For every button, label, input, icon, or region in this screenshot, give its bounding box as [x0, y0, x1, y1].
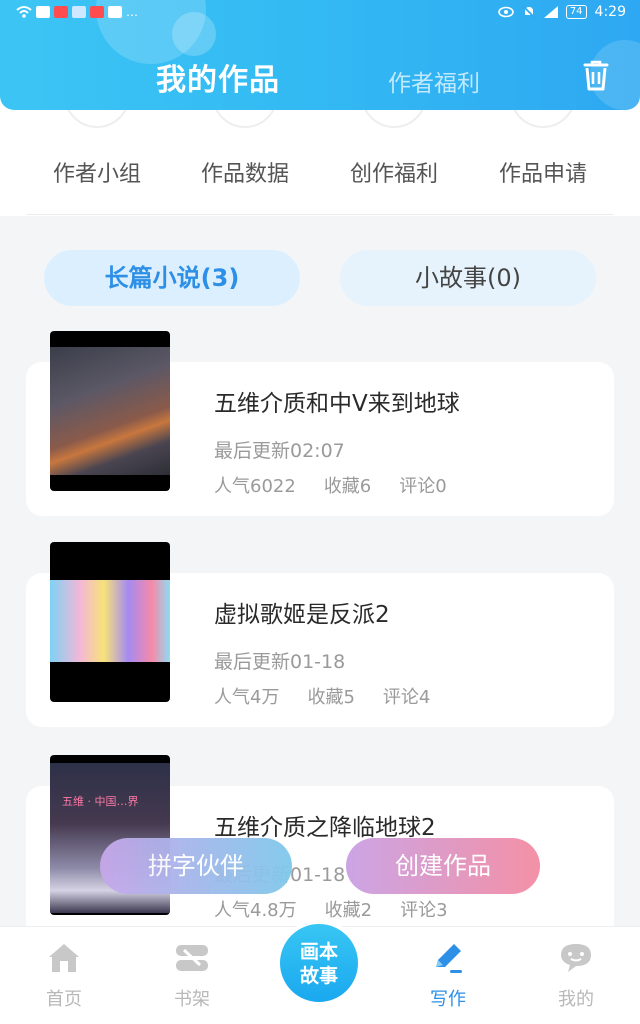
nav-home[interactable]: 首页 [0, 927, 128, 1024]
taobao-icon [54, 6, 68, 18]
tab-short-stories[interactable]: 小故事(0) [340, 250, 596, 306]
tool-label: 作品数据 [200, 162, 289, 187]
nav-label: 首页 [46, 989, 82, 1010]
cover-text: 五维 · 中国…界 [62, 795, 139, 808]
trash-icon [583, 60, 609, 91]
bookshelf-icon [176, 945, 208, 971]
work-title: 虚拟歌姬是反派2 [214, 602, 390, 628]
pen-icon [436, 944, 462, 973]
divider [26, 214, 614, 215]
work-updated: 最后更新02:07 [214, 440, 345, 462]
home-icon [49, 944, 79, 972]
work-cover[interactable] [50, 542, 170, 702]
signal-icon [543, 6, 558, 18]
find-partner-button[interactable]: 拼字伙伴 [100, 838, 292, 894]
tab-author-benefits[interactable]: 作者福利 [388, 64, 480, 98]
popularity: 人气4万 [214, 687, 280, 708]
cloud-icon [72, 6, 86, 18]
work-stats: 人气6022 收藏6 评论0 [214, 472, 447, 498]
wifi-icon [16, 6, 32, 18]
tool-label: 作品申请 [498, 162, 587, 187]
comments: 评论3 [400, 900, 448, 921]
mute-bell-icon [522, 5, 536, 19]
nav-label: 我的 [558, 989, 594, 1010]
nav-bookshelf[interactable]: 书架 [128, 927, 256, 1024]
work-cover[interactable] [50, 331, 170, 491]
chat-face-icon [561, 944, 591, 972]
battery-indicator: 74 [565, 5, 587, 19]
tab-long-novels[interactable]: 长篇小说(3) [44, 250, 300, 306]
taobao-icon [90, 6, 104, 18]
header-bar: … 74 4:29 我的作品 作者福利 [0, 0, 640, 110]
popularity: 人气4.8万 [214, 900, 297, 921]
cover-image [50, 347, 170, 475]
work-stats: 人气4万 收藏5 评论4 [214, 683, 430, 709]
nav-label: 书架 [174, 989, 210, 1010]
work-title: 五维介质和中V来到地球 [214, 391, 460, 417]
tool-label: 创作福利 [349, 162, 438, 187]
comments: 评论4 [382, 687, 431, 708]
work-stats: 人气4.8万 收藏2 评论3 [214, 896, 448, 922]
work-title: 五维介质之降临地球2 [214, 815, 436, 841]
picture-story-button[interactable]: 画本 故事 [276, 920, 362, 1006]
favorites: 收藏6 [323, 476, 372, 497]
comments: 评论0 [399, 476, 447, 497]
more-notifications: … [126, 5, 138, 19]
favorites: 收藏5 [307, 687, 355, 708]
cover-image [50, 580, 170, 662]
work-updated: 最后更新01-18 [214, 651, 346, 673]
popularity: 人气6022 [214, 476, 296, 497]
clock: 4:29 [594, 4, 626, 20]
tab-my-works[interactable]: 我的作品 [156, 55, 280, 99]
app-icon [108, 6, 122, 18]
favorites: 收藏2 [324, 900, 373, 921]
tool-label: 作者小组 [52, 162, 141, 187]
eye-icon [498, 6, 514, 18]
nav-write[interactable]: 写作 [384, 927, 512, 1024]
create-work-button[interactable]: 创建作品 [346, 838, 540, 894]
fab-label-line1: 画本 [299, 941, 338, 963]
trash-button[interactable] [576, 56, 616, 96]
nav-label: 写作 [430, 989, 466, 1010]
fab-label-line2: 故事 [299, 965, 338, 987]
status-bar: … 74 4:29 [0, 0, 640, 28]
nav-me[interactable]: 我的 [512, 927, 640, 1024]
notification-icon [36, 6, 50, 18]
